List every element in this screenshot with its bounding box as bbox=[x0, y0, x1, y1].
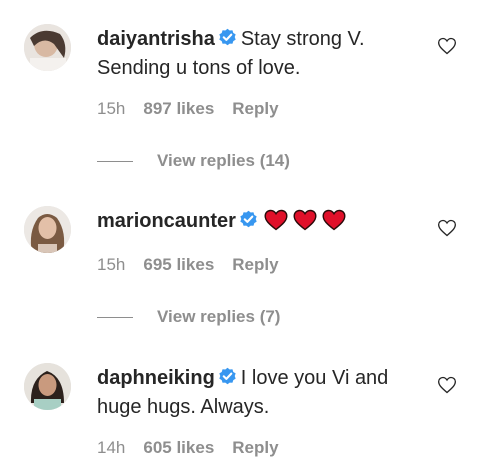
comment-body-line1: I love you Vi and bbox=[240, 367, 389, 389]
avatar-photo-icon bbox=[24, 24, 71, 71]
avatar[interactable] bbox=[24, 24, 71, 71]
comment-text: marioncaunter bbox=[97, 207, 417, 240]
comment-time: 15h bbox=[97, 255, 126, 274]
comment-meta: 15h 897 likes Reply bbox=[97, 99, 297, 119]
comment-body-line2: huge hugs. Always. bbox=[97, 396, 270, 418]
comment-meta: 14h 605 likes Reply bbox=[97, 438, 297, 458]
verified-badge-icon bbox=[240, 210, 257, 228]
heart-emoji-icon bbox=[264, 209, 288, 231]
like-heart-icon[interactable] bbox=[437, 36, 457, 56]
avatar[interactable] bbox=[24, 206, 71, 253]
like-heart-icon[interactable] bbox=[437, 218, 457, 238]
comment-username[interactable]: daiyantrisha bbox=[97, 28, 215, 50]
reply-button[interactable]: Reply bbox=[232, 438, 278, 457]
heart-emoji-icon bbox=[322, 209, 346, 231]
comment-body-line1: Stay strong V. bbox=[240, 28, 365, 50]
view-replies-button[interactable]: View replies (14) bbox=[97, 151, 290, 171]
comment-username[interactable]: daphneiking bbox=[97, 367, 215, 389]
replies-divider bbox=[97, 161, 133, 163]
verified-badge-icon bbox=[219, 367, 236, 385]
reply-button[interactable]: Reply bbox=[232, 255, 278, 274]
comment-likes[interactable]: 897 likes bbox=[143, 99, 214, 118]
comment-likes[interactable]: 695 likes bbox=[143, 255, 214, 274]
avatar-photo-icon bbox=[24, 363, 71, 410]
like-heart-icon[interactable] bbox=[437, 375, 457, 395]
comment-likes[interactable]: 605 likes bbox=[143, 438, 214, 457]
comment-username[interactable]: marioncaunter bbox=[97, 210, 236, 232]
verified-badge-icon bbox=[219, 28, 236, 46]
comment-text: daphneiking I love you Vi and huge hugs. … bbox=[97, 364, 417, 422]
heart-emoji-icon bbox=[293, 209, 317, 231]
heart-emojis bbox=[264, 209, 351, 240]
comment-body-line2: Sending u tons of love. bbox=[97, 57, 301, 79]
comment-text: daiyantrisha Stay strong V. Sending u ton… bbox=[97, 25, 417, 83]
view-replies-button[interactable]: View replies (7) bbox=[97, 307, 280, 327]
avatar-photo-icon bbox=[24, 206, 71, 253]
comment-time: 14h bbox=[97, 438, 126, 457]
avatar[interactable] bbox=[24, 363, 71, 410]
reply-button[interactable]: Reply bbox=[232, 99, 278, 118]
view-replies-label: View replies (14) bbox=[157, 151, 290, 170]
comment-meta: 15h 695 likes Reply bbox=[97, 255, 297, 275]
replies-divider bbox=[97, 317, 133, 319]
comment-time: 15h bbox=[97, 99, 126, 118]
view-replies-label: View replies (7) bbox=[157, 307, 281, 326]
comments-list: daiyantrisha Stay strong V. Sending u ton… bbox=[0, 0, 496, 474]
